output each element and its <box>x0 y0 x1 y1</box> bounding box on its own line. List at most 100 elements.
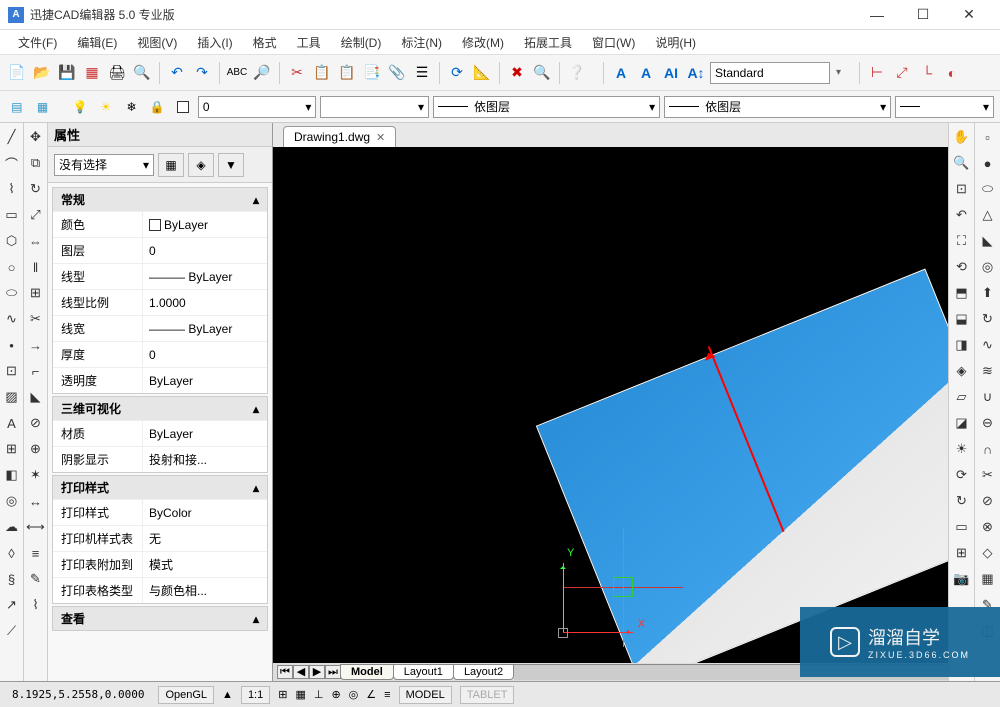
publish-icon[interactable]: ▦ <box>81 62 103 84</box>
view-top-icon[interactable]: ⬒ <box>952 283 972 303</box>
layout-first-button[interactable]: ⏮ <box>277 665 293 679</box>
subtract-icon[interactable]: ⊖ <box>978 413 998 433</box>
layout-next-button[interactable]: ▶ <box>309 665 325 679</box>
lengthen-icon[interactable]: ⟷ <box>26 517 46 537</box>
point-icon[interactable]: • <box>2 335 22 355</box>
color-swatch-icon[interactable] <box>172 96 194 118</box>
tablet-status[interactable]: TABLET <box>460 686 515 704</box>
zoom-prev-icon[interactable]: ↶ <box>952 205 972 225</box>
menu-edit[interactable]: 编辑(E) <box>67 34 127 51</box>
selection-combo[interactable]: 没有选择▾ <box>54 154 154 176</box>
open-file-icon[interactable]: 📂 <box>31 62 53 84</box>
zoom-icon[interactable]: 🔍 <box>531 62 553 84</box>
layout-tab-model[interactable]: Model <box>340 664 394 680</box>
sphere-icon[interactable]: ● <box>978 153 998 173</box>
sun-icon[interactable]: ☀ <box>95 96 117 118</box>
menu-insert[interactable]: 插入(I) <box>187 34 242 51</box>
slice-icon[interactable]: ✂ <box>978 465 998 485</box>
prop-row-linetype[interactable]: 线型——— ByLayer <box>53 263 267 289</box>
print-preview-icon[interactable]: 🔍 <box>131 62 153 84</box>
rect-icon[interactable]: ▭ <box>2 205 22 225</box>
sweep-icon[interactable]: ∿ <box>978 335 998 355</box>
paste-icon[interactable]: 📋 <box>336 62 358 84</box>
measure-icon[interactable]: 📐 <box>471 62 493 84</box>
prop-row-plotstyle[interactable]: 打印样式ByColor <box>53 499 267 525</box>
layout-last-button[interactable]: ⏭ <box>325 665 341 679</box>
filter-button[interactable]: ▼ <box>218 153 244 177</box>
scale-status[interactable]: 1:1 <box>241 686 270 704</box>
torus-icon[interactable]: ◎ <box>978 257 998 277</box>
menu-help[interactable]: 说明(H) <box>645 34 706 51</box>
interfere-icon[interactable]: ⊗ <box>978 517 998 537</box>
prop-row-lineweight[interactable]: 线宽——— ByLayer <box>53 315 267 341</box>
box-icon[interactable]: ▫ <box>978 127 998 147</box>
donut-icon[interactable]: ◎ <box>2 491 22 511</box>
line-icon[interactable]: ╱ <box>2 127 22 147</box>
extrude-icon[interactable]: ⬆ <box>978 283 998 303</box>
find-icon[interactable]: 🔎 <box>251 62 273 84</box>
drawing-canvas[interactable] <box>273 147 948 663</box>
ray-icon[interactable]: ↗ <box>2 595 22 615</box>
cylinder-icon[interactable]: ⬭ <box>978 179 998 199</box>
lineweight-combo[interactable]: ▾ <box>895 96 994 118</box>
properties-icon[interactable]: ☰ <box>411 62 433 84</box>
pickadd-button[interactable]: ◈ <box>188 153 214 177</box>
cut-icon[interactable]: ✂ <box>286 62 308 84</box>
pedit-icon[interactable]: ⌇ <box>26 595 46 615</box>
redo-icon[interactable]: ↷ <box>191 62 213 84</box>
regen-icon[interactable]: ⟳ <box>952 465 972 485</box>
block-icon[interactable]: ⊡ <box>2 361 22 381</box>
menu-format[interactable]: 格式 <box>243 34 287 51</box>
view-front-icon[interactable]: ⬓ <box>952 309 972 329</box>
quickselect-button[interactable]: ▦ <box>158 153 184 177</box>
menu-dimension[interactable]: 标注(N) <box>391 34 452 51</box>
join-icon[interactable]: ⊕ <box>26 439 46 459</box>
prop-row-color[interactable]: 颜色ByLayer <box>53 211 267 237</box>
zoom-extents-icon[interactable]: ⛶ <box>952 231 972 251</box>
viewport-icon[interactable]: ⊞ <box>952 543 972 563</box>
explode-icon[interactable]: ✶ <box>26 465 46 485</box>
close-button[interactable]: ✕ <box>946 0 992 30</box>
clipboard-icon[interactable]: 📑 <box>361 62 383 84</box>
prop-row-shadow[interactable]: 阴影显示投射和接... <box>53 446 267 472</box>
polar-button[interactable]: ⊕ <box>331 688 340 701</box>
union-icon[interactable]: ∪ <box>978 387 998 407</box>
zoom-window-icon[interactable]: ⊡ <box>952 179 972 199</box>
loft-icon[interactable]: ≋ <box>978 361 998 381</box>
linetype-combo-1[interactable]: 依图层▾ <box>433 96 660 118</box>
menu-draw[interactable]: 绘制(D) <box>331 34 392 51</box>
3dface-icon[interactable]: ◇ <box>978 543 998 563</box>
layout-prev-button[interactable]: ◀ <box>293 665 309 679</box>
ortho-button[interactable]: ⊥ <box>314 688 324 701</box>
break-icon[interactable]: ⊘ <box>26 413 46 433</box>
wedge-icon[interactable]: ◣ <box>978 231 998 251</box>
maximize-button[interactable]: ☐ <box>900 0 946 30</box>
shade-3d-icon[interactable]: ◪ <box>952 413 972 433</box>
layer-states-icon[interactable]: ▦ <box>32 96 54 118</box>
edit-icon[interactable]: ✎ <box>26 569 46 589</box>
section-view-header[interactable]: 查看▴ <box>53 607 267 630</box>
prop-row-plottype[interactable]: 打印表格类型与颜色相... <box>53 577 267 603</box>
move-icon[interactable]: ✥ <box>26 127 46 147</box>
lwt-button[interactable]: ≡ <box>384 689 390 701</box>
prop-row-layer[interactable]: 图层0 <box>53 237 267 263</box>
prop-row-thickness[interactable]: 厚度0 <box>53 341 267 367</box>
region-icon[interactable]: ◧ <box>2 465 22 485</box>
layout-tab-1[interactable]: Layout1 <box>393 664 454 680</box>
mirror-icon[interactable]: ⇔ <box>26 231 46 251</box>
render-icon[interactable]: ☀ <box>952 439 972 459</box>
section-3d-header[interactable]: 三维可视化▴ <box>53 397 267 420</box>
drawing-tab[interactable]: Drawing1.dwg ✕ <box>283 126 396 147</box>
linetype-combo-2[interactable]: 依图层▾ <box>664 96 891 118</box>
dim-radius-icon[interactable]: ◐ <box>941 62 963 84</box>
redraw-icon[interactable]: ↻ <box>952 491 972 511</box>
prop-row-plotattach[interactable]: 打印表附加到模式 <box>53 551 267 577</box>
cone-icon[interactable]: △ <box>978 205 998 225</box>
scale-icon[interactable]: ▲ <box>222 689 233 701</box>
lightbulb-on-icon[interactable]: 💡 <box>69 96 91 118</box>
hatch-icon[interactable]: ▨ <box>2 387 22 407</box>
table-icon[interactable]: ⊞ <box>2 439 22 459</box>
spell-icon[interactable]: ABC <box>226 62 248 84</box>
revolve-icon[interactable]: ↻ <box>978 309 998 329</box>
stretch-icon[interactable]: ↔ <box>26 491 46 511</box>
